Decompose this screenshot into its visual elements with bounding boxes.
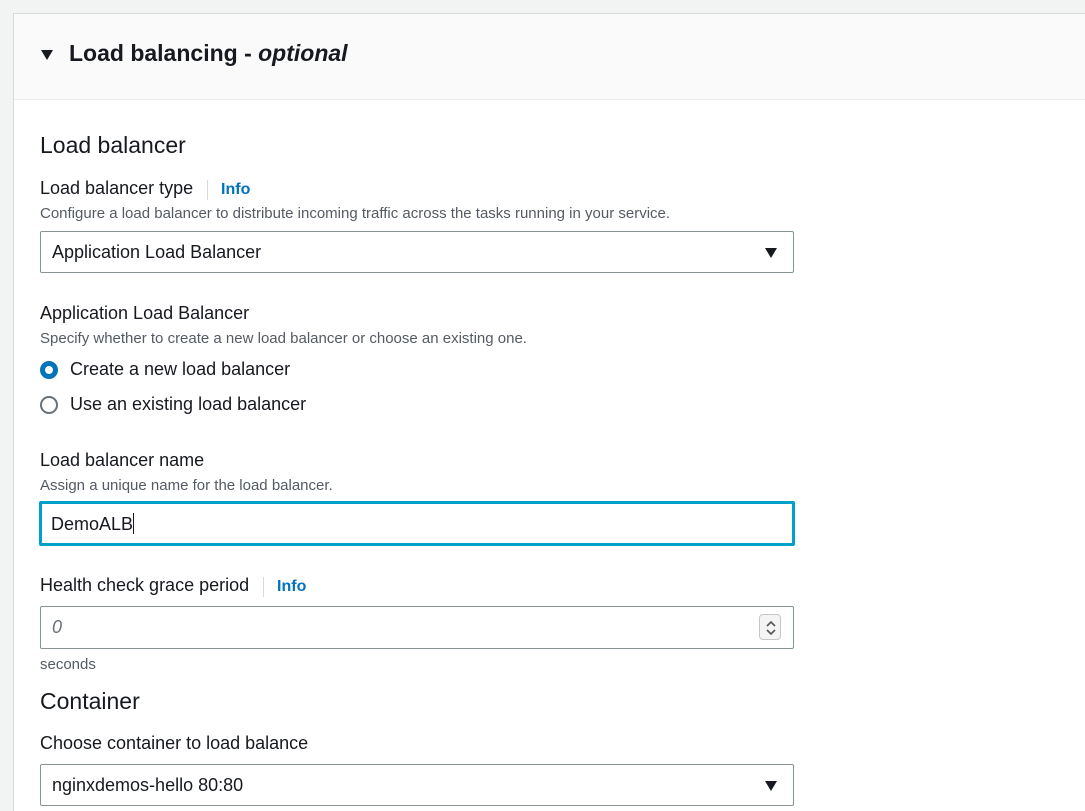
lb-type-select[interactable]: Application Load Balancer [40, 231, 794, 273]
create-new-lb-label[interactable]: Create a new load balancer [70, 359, 290, 380]
caret-down-icon [765, 781, 777, 791]
container-select-label: Choose container to load balance [40, 733, 309, 753]
health-check-unit: seconds [40, 656, 96, 673]
lb-name-description: Assign a unique name for the load balanc… [40, 477, 333, 494]
lb-type-info-link[interactable]: Info [221, 181, 250, 198]
health-check-placeholder: 0 [52, 617, 63, 637]
lb-name-input-value-wrap: DemoALB [51, 513, 135, 535]
info-separator [206, 179, 208, 200]
use-existing-lb-label[interactable]: Use an existing load balancer [70, 394, 306, 415]
lb-type-label-row: Load balancer type Info [40, 178, 250, 200]
lb-type-description: Configure a load balancer to distribute … [40, 205, 671, 222]
text-caret [133, 513, 135, 534]
panel-title[interactable]: Load balancing - optional [69, 40, 348, 67]
panel-header[interactable]: Load balancing - optional [14, 14, 1085, 100]
alb-description: Specify whether to create a new load bal… [40, 330, 527, 347]
caret-down-icon[interactable] [41, 50, 53, 60]
health-check-input[interactable]: 0 [40, 606, 794, 649]
health-check-label-row: Health check grace period Info [40, 575, 306, 597]
panel-title-optional: optional [258, 40, 348, 66]
create-new-lb-radio[interactable] [40, 361, 58, 379]
lb-name-label: Load balancer name [40, 450, 205, 470]
health-check-info-link[interactable]: Info [277, 578, 306, 595]
use-existing-lb-radio[interactable] [40, 396, 58, 414]
health-check-label: Health check grace period [40, 575, 250, 595]
up-down-chevron-icon[interactable] [759, 614, 781, 640]
caret-down-icon [765, 248, 777, 258]
lb-name-input[interactable]: DemoALB [39, 501, 795, 546]
lb-type-select-value: Application Load Balancer [52, 242, 262, 262]
panel-title-main: Load balancing - [69, 40, 259, 66]
alb-label: Application Load Balancer [40, 303, 250, 323]
info-separator [262, 576, 264, 597]
load-balancer-heading: Load balancer [40, 132, 186, 158]
lb-type-label: Load balancer type [40, 178, 194, 198]
container-select-value: nginxdemos-hello 80:80 [52, 775, 244, 795]
container-select[interactable]: nginxdemos-hello 80:80 [40, 764, 794, 806]
lb-name-input-value: DemoALB [51, 514, 134, 534]
container-heading: Container [40, 688, 140, 714]
